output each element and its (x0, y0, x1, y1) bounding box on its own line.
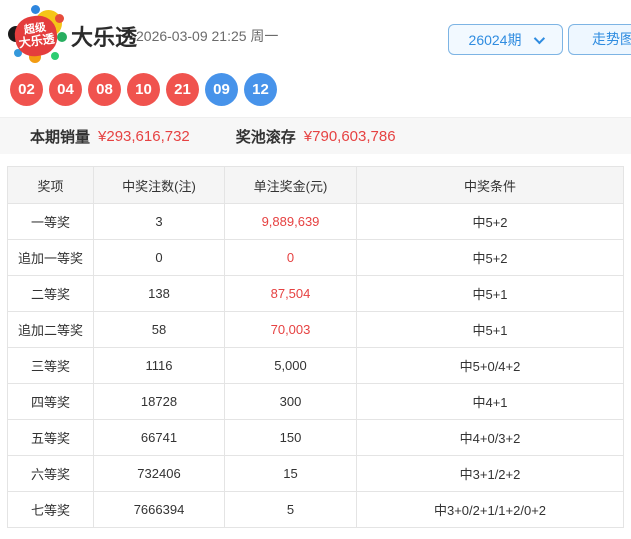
sales-bar: 本期销量 ¥293,616,732 奖池滚存 ¥790,603,786 (0, 117, 631, 154)
sales-value: ¥293,616,732 (98, 127, 190, 145)
cell-condition: 中3+1/2+2 (356, 455, 624, 492)
cell-count: 1116 (93, 347, 225, 384)
trend-chart-button[interactable]: 走势图 (568, 24, 631, 55)
lottery-ball-back: 09 (205, 73, 238, 106)
table-row: 七等奖 7666394 5 中3+0/2+1/1+2/0+2 (7, 491, 624, 528)
cell-count: 7666394 (93, 491, 225, 528)
table-row: 四等奖 18728 300 中4+1 (7, 383, 624, 420)
page-header: 超级 大乐透 大乐透 2026-03-09 21:25 周一 26024期 走势… (0, 0, 631, 68)
period-select-dropdown[interactable]: 26024期 (448, 24, 563, 55)
header-prize: 奖项 (7, 166, 94, 204)
table-row: 二等奖 138 87,504 中5+1 (7, 275, 624, 312)
logo-dot-icon (55, 14, 64, 23)
cell-count: 58 (93, 311, 225, 348)
cell-prize: 一等奖 (7, 203, 94, 240)
lottery-ball-front: 02 (10, 73, 43, 106)
cell-condition: 中5+1 (356, 311, 624, 348)
prize-table-head: 奖项 中奖注数(注) 单注奖金(元) 中奖条件 (7, 166, 624, 204)
cell-prize: 五等奖 (7, 419, 94, 456)
cell-count: 0 (93, 239, 225, 276)
cell-count: 3 (93, 203, 225, 240)
cell-condition: 中5+0/4+2 (356, 347, 624, 384)
page-title: 大乐透 (71, 25, 138, 50)
header-amount: 单注奖金(元) (224, 166, 357, 204)
cell-prize: 追加一等奖 (7, 239, 94, 276)
draw-datetime: 2026-03-09 21:25 周一 (136, 28, 279, 44)
prize-table-body: 一等奖 3 9,889,639 中5+2 追加一等奖 0 0 中5+2 二等奖 138 87,504… (7, 203, 624, 528)
cell-prize: 六等奖 (7, 455, 94, 492)
logo-dot-icon (57, 32, 67, 42)
sales-label: 本期销量 (30, 128, 91, 146)
cell-condition: 中5+2 (356, 239, 624, 276)
cell-amount: 0 (224, 239, 357, 276)
prize-table: 奖项 中奖注数(注) 单注奖金(元) 中奖条件 一等奖 3 9,889,639 中5+… (7, 166, 624, 528)
cell-amount: 9,889,639 (224, 203, 357, 240)
table-row: 一等奖 3 9,889,639 中5+2 (7, 203, 624, 240)
ball-row: 02 04 08 10 21 09 12 (10, 73, 277, 106)
table-row: 五等奖 66741 150 中4+0/3+2 (7, 419, 624, 456)
logo-dot-icon (51, 52, 59, 60)
cell-amount: 300 (224, 383, 357, 420)
lottery-ball-front: 10 (127, 73, 160, 106)
logo-text-line2: 大乐透 (17, 31, 56, 51)
header-count: 中奖注数(注) (93, 166, 225, 204)
pool-label: 奖池滚存 (235, 128, 296, 146)
cell-amount: 87,504 (224, 275, 357, 312)
cell-condition: 中4+0/3+2 (356, 419, 624, 456)
cell-amount: 70,003 (224, 311, 357, 348)
logo-dot-icon (31, 5, 40, 14)
chevron-down-icon (534, 32, 546, 44)
lottery-ball-front: 04 (49, 73, 82, 106)
cell-count: 732406 (93, 455, 225, 492)
cell-count: 66741 (93, 419, 225, 456)
lottery-ball-front: 21 (166, 73, 199, 106)
super-lotto-logo-icon: 超级 大乐透 (8, 5, 67, 63)
cell-prize: 三等奖 (7, 347, 94, 384)
table-row: 三等奖 1116 5,000 中5+0/4+2 (7, 347, 624, 384)
lottery-result-page: { "header": { "logo": { "line1": "超级", "… (0, 0, 631, 539)
cell-amount: 15 (224, 455, 357, 492)
cell-amount: 150 (224, 419, 357, 456)
lottery-ball-front: 08 (88, 73, 121, 106)
cell-condition: 中5+1 (356, 275, 624, 312)
cell-count: 138 (93, 275, 225, 312)
cell-condition: 中4+1 (356, 383, 624, 420)
table-header-row: 奖项 中奖注数(注) 单注奖金(元) 中奖条件 (7, 166, 624, 204)
pool-group: 奖池滚存 ¥790,603,786 (236, 126, 396, 147)
cell-amount: 5 (224, 491, 357, 528)
cell-prize: 追加二等奖 (7, 311, 94, 348)
table-row: 追加一等奖 0 0 中5+2 (7, 239, 624, 276)
pool-value: ¥790,603,786 (303, 127, 396, 145)
lottery-ball-back: 12 (244, 73, 277, 106)
cell-prize: 七等奖 (7, 491, 94, 528)
table-row: 追加二等奖 58 70,003 中5+1 (7, 311, 624, 348)
table-row: 六等奖 732406 15 中3+1/2+2 (7, 455, 624, 492)
cell-amount: 5,000 (224, 347, 357, 384)
period-select-value: 26024期 (468, 31, 522, 48)
cell-count: 18728 (93, 383, 225, 420)
cell-prize: 二等奖 (7, 275, 94, 312)
cell-condition: 中3+0/2+1/1+2/0+2 (356, 491, 624, 528)
header-condition: 中奖条件 (356, 166, 624, 204)
cell-condition: 中5+2 (356, 203, 624, 240)
cell-prize: 四等奖 (7, 383, 94, 420)
